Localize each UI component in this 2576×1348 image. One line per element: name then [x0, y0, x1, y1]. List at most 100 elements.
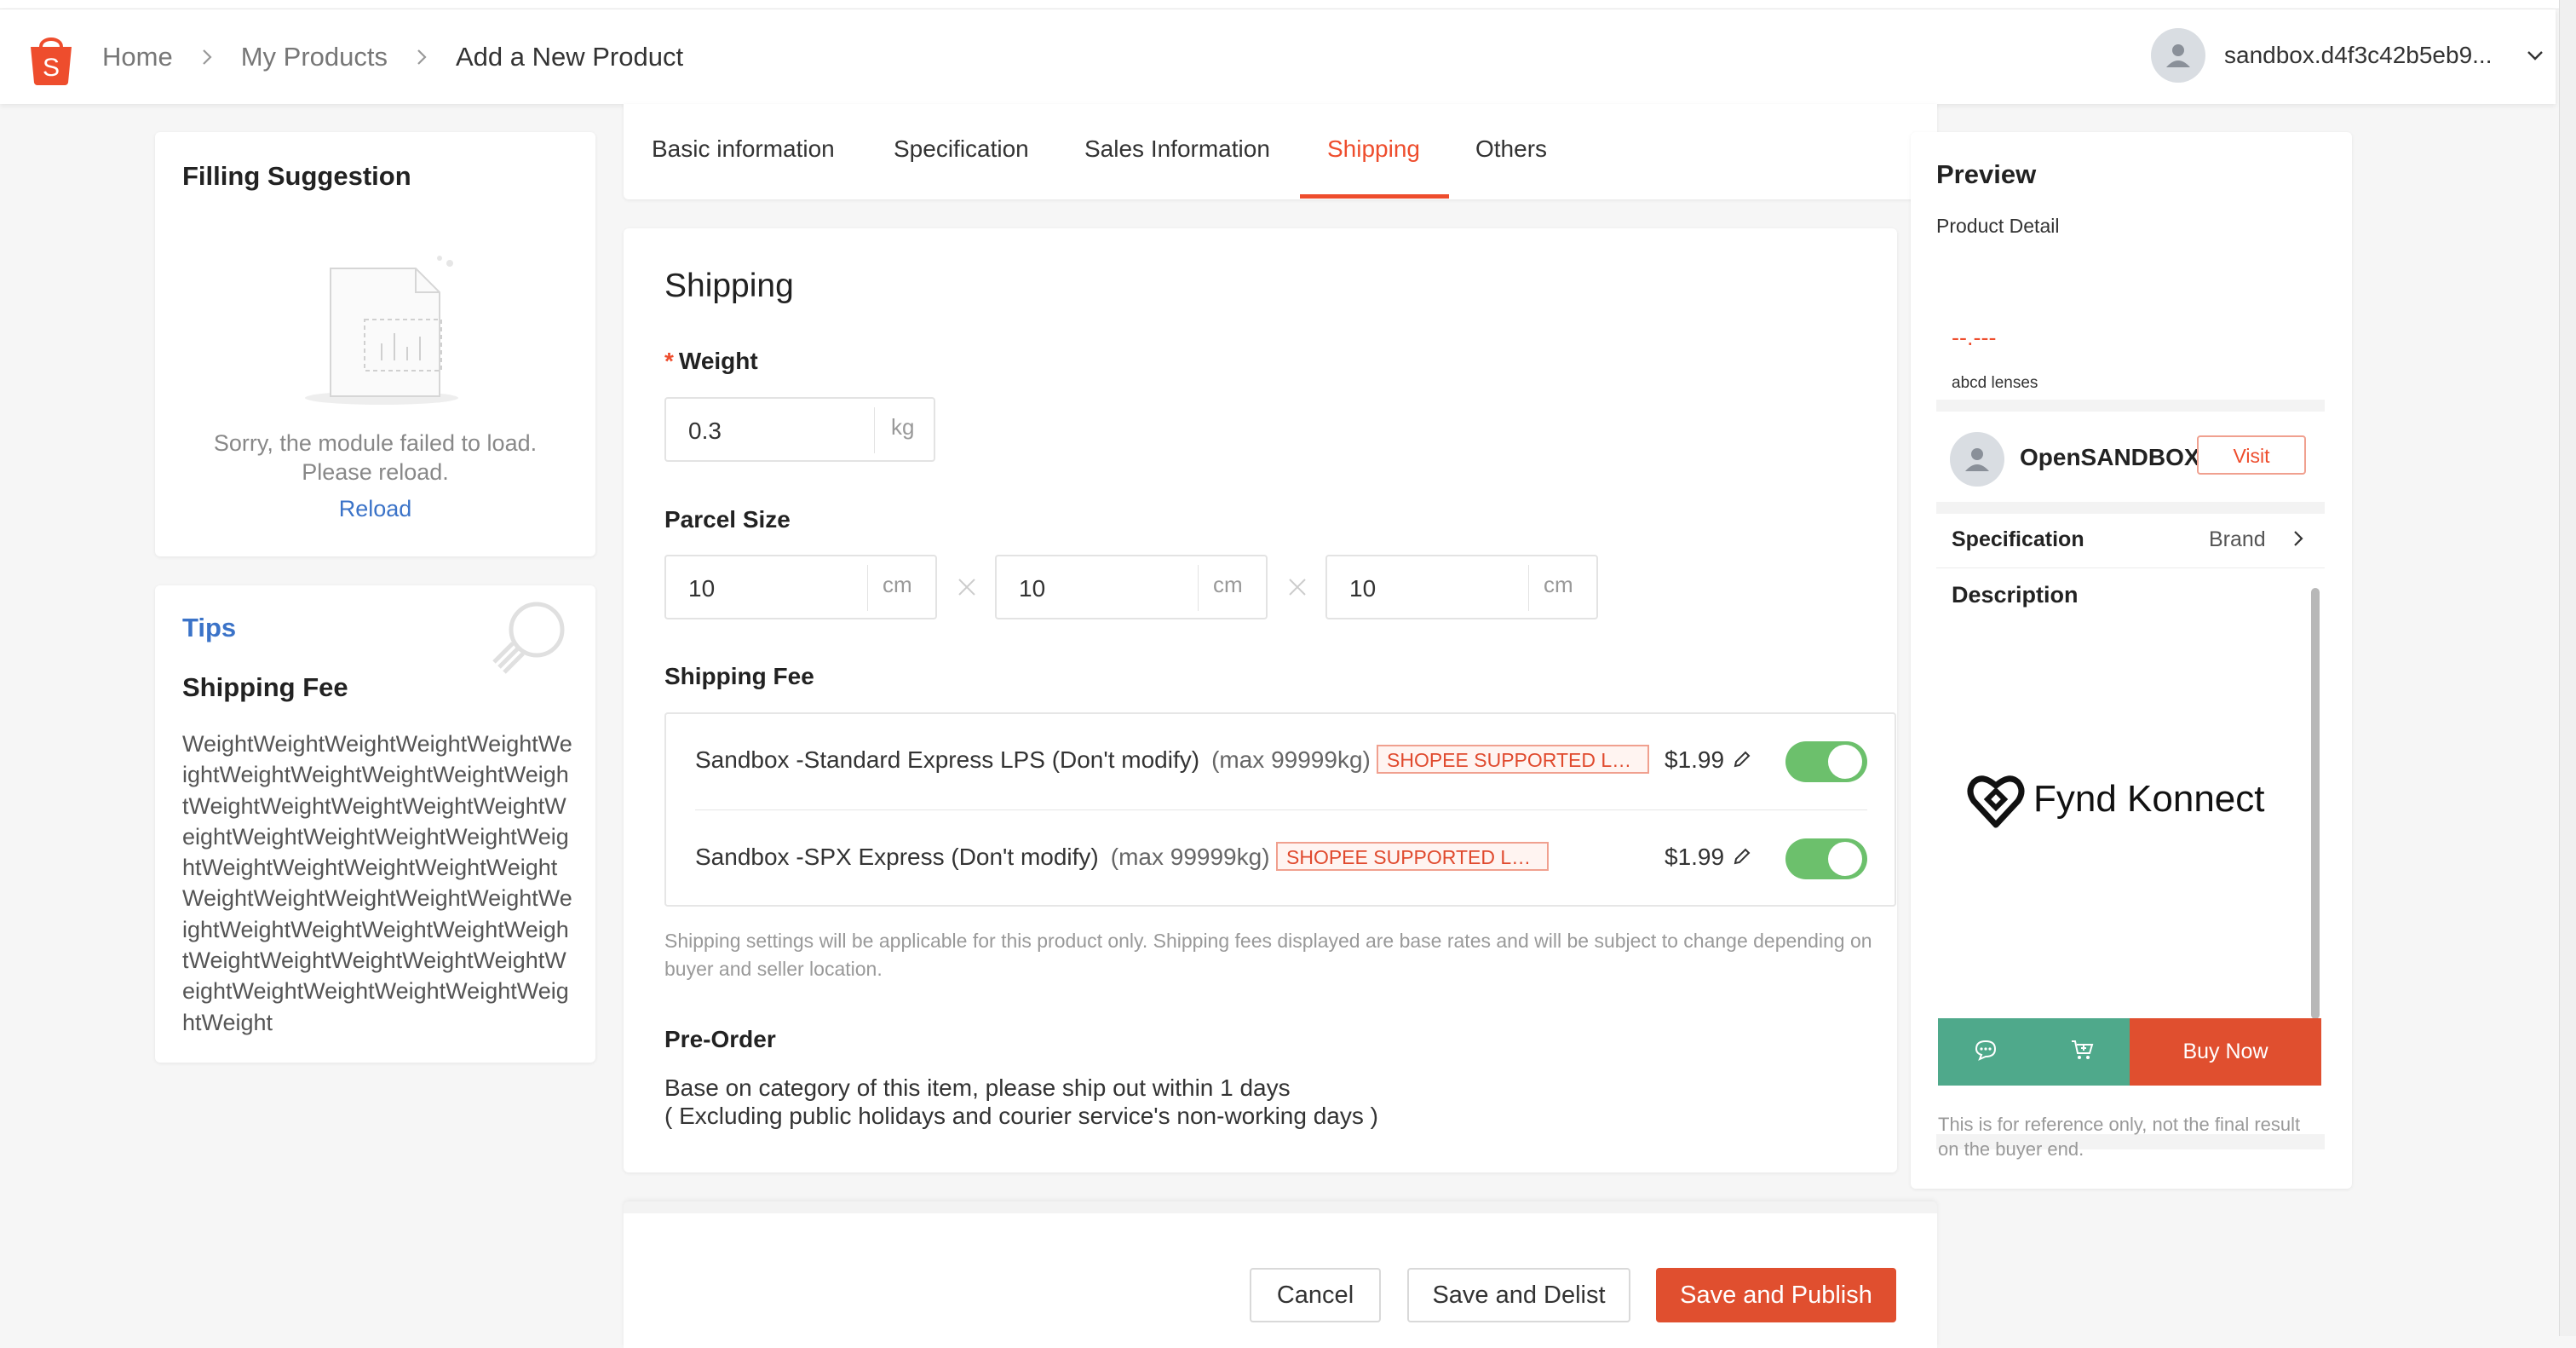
- parcel-width-value: 10: [1019, 575, 1046, 602]
- chevron-down-icon[interactable]: [2522, 43, 2548, 68]
- parcel-unit: cm: [1544, 572, 1573, 597]
- channel-name-text: Sandbox -Standard Express LPS (Don't mod…: [695, 746, 1200, 773]
- breadcrumb-home[interactable]: Home: [102, 42, 173, 72]
- preview-price: --.---: [1952, 325, 1997, 350]
- pre-order-label: Pre-Order: [664, 1026, 776, 1052]
- channel-price: $1.99: [1665, 844, 1725, 870]
- tab-shipping[interactable]: Shipping: [1327, 135, 1420, 163]
- reload-link[interactable]: Reload: [155, 496, 595, 522]
- logistics-badge: SHOPEE SUPPORTED LOGISTICS: [1276, 842, 1549, 871]
- preview-shop-name: OpenSANDBOX: [2020, 444, 2200, 470]
- input-divider: [1528, 565, 1529, 611]
- fynd-konnect-logo: Fynd Konnect: [1967, 765, 2291, 833]
- preview-footnote: This is for reference only, not the fina…: [1938, 1114, 2301, 1160]
- filling-suggestion-title: Filling Suggestion: [182, 161, 411, 191]
- filling-suggestion-card: Filling Suggestion Sorry, the module fai…: [155, 132, 595, 556]
- user-menu[interactable]: sandbox.d4f3c42b5eb9...: [2151, 28, 2548, 83]
- parcel-height-field[interactable]: 10 cm: [1325, 555, 1598, 619]
- shop-avatar-icon: [1950, 432, 2004, 487]
- weight-label-text: Weight: [678, 348, 758, 374]
- tab-others[interactable]: Others: [1475, 135, 1547, 163]
- buy-now-button[interactable]: Buy Now: [2130, 1018, 2321, 1086]
- tips-card: Tips Shipping Fee WeightWeightWeightWeig…: [155, 585, 595, 1063]
- weight-unit: kg: [891, 414, 915, 440]
- page-scrollbar[interactable]: [2559, 0, 2576, 1336]
- input-divider: [867, 565, 868, 611]
- chevron-right-icon[interactable]: [2287, 527, 2309, 550]
- pencil-icon[interactable]: [1731, 748, 1753, 770]
- parcel-length-value: 10: [688, 575, 716, 602]
- parcel-unit: cm: [1213, 572, 1243, 597]
- divider: [1936, 502, 2325, 514]
- filling-suggestion-message: Sorry, the module failed to load. Please…: [155, 429, 595, 487]
- parcel-width-field[interactable]: 10 cm: [995, 555, 1268, 619]
- save-and-publish-button[interactable]: Save and Publish: [1656, 1268, 1896, 1322]
- action-bar: Cancel Save and Delist Save and Publish: [624, 1201, 1937, 1348]
- preview-spec-label: Specification: [1952, 527, 2084, 551]
- tab-specification[interactable]: Specification: [894, 135, 1029, 163]
- svg-text:Fynd Konnect: Fynd Konnect: [2033, 778, 2265, 820]
- weight-field[interactable]: 0.3 kg: [664, 397, 935, 462]
- weight-value: 0.3: [688, 418, 722, 444]
- chevron-right-icon: [410, 45, 434, 69]
- cancel-button[interactable]: Cancel: [1250, 1268, 1381, 1322]
- preview-subtitle: Product Detail: [1936, 215, 2060, 237]
- shopee-logo-icon[interactable]: S: [27, 32, 75, 86]
- lightbulb-icon: [484, 596, 576, 681]
- channel-max-weight: (max 99999kg): [1110, 844, 1270, 870]
- shipping-fee-label: Shipping Fee: [664, 663, 814, 689]
- user-avatar-icon: [2151, 28, 2205, 83]
- preview-description-label: Description: [1952, 582, 2079, 608]
- channel-toggle[interactable]: [1785, 838, 1867, 879]
- shipping-title: Shipping: [664, 268, 794, 304]
- pre-order-line: Base on category of this item, please sh…: [664, 1074, 1291, 1101]
- breadcrumb: Home My Products Add a New Product: [102, 42, 683, 72]
- breadcrumb-current: Add a New Product: [455, 42, 684, 72]
- pre-order-text: Base on category of this item, please sh…: [664, 1074, 1378, 1130]
- user-name: sandbox.d4f3c42b5eb9...: [2224, 42, 2493, 68]
- parcel-height-value: 10: [1349, 575, 1377, 602]
- pencil-icon[interactable]: [1731, 845, 1753, 867]
- tab-sales-information[interactable]: Sales Information: [1084, 135, 1270, 163]
- message-line: Please reload.: [302, 459, 449, 485]
- tips-body: WeightWeightWeightWeightWeightWeightWeig…: [182, 731, 572, 1035]
- logistics-badge: SHOPEE SUPPORTED LOGISTICS: [1377, 745, 1649, 774]
- channel-name: Sandbox -Standard Express LPS (Don't mod…: [695, 746, 1371, 774]
- preview-bottom-bar: Buy Now: [1938, 1018, 2321, 1086]
- input-divider: [1198, 565, 1199, 611]
- tab-basic-information[interactable]: Basic information: [652, 135, 835, 163]
- chevron-right-icon: [195, 45, 219, 69]
- preview-scrollbar[interactable]: [2311, 588, 2320, 1019]
- channel-toggle[interactable]: [1785, 741, 1867, 782]
- parcel-size-label: Parcel Size: [664, 506, 791, 533]
- pre-order-line: ( Excluding public holidays and courier …: [664, 1103, 1378, 1129]
- parcel-unit: cm: [883, 572, 912, 597]
- parcel-length-field[interactable]: 10 cm: [664, 555, 937, 619]
- message-line: Sorry, the module failed to load.: [213, 430, 538, 456]
- svg-text:S: S: [43, 54, 60, 82]
- chat-icon[interactable]: [1973, 1037, 1998, 1067]
- window-top-edge: [0, 0, 2576, 9]
- visit-shop-button[interactable]: Visit: [2197, 435, 2306, 475]
- save-and-delist-button[interactable]: Save and Delist: [1407, 1268, 1630, 1322]
- weight-label: * Weight: [664, 348, 758, 375]
- tips-title: Tips: [182, 613, 237, 642]
- tips-subtitle: Shipping Fee: [182, 672, 348, 702]
- divider: [1936, 400, 2325, 412]
- times-icon: [1285, 574, 1310, 600]
- active-tab-indicator: [1300, 194, 1449, 199]
- preview-title: Preview: [1936, 159, 2037, 189]
- shipping-fee-list: Sandbox -Standard Express LPS (Don't mod…: [664, 712, 1896, 907]
- shipping-note: Shipping settings will be applicable for…: [664, 930, 1872, 980]
- times-icon: [954, 574, 980, 600]
- channel-price: $1.99: [1665, 746, 1725, 773]
- breadcrumb-my-products[interactable]: My Products: [241, 42, 388, 72]
- list-item: Sandbox -SPX Express (Don't modify) (max …: [695, 832, 1867, 883]
- toggle-knob: [1828, 842, 1862, 876]
- preview-spec-value: Brand: [2209, 527, 2266, 551]
- list-item: Sandbox -Standard Express LPS (Don't mod…: [695, 734, 1867, 786]
- channel-name-text: Sandbox -SPX Express (Don't modify): [695, 844, 1099, 870]
- top-header: S Home My Products Add a New Product san…: [0, 9, 2556, 104]
- add-to-cart-icon[interactable]: [2069, 1037, 2095, 1067]
- input-divider: [874, 407, 875, 453]
